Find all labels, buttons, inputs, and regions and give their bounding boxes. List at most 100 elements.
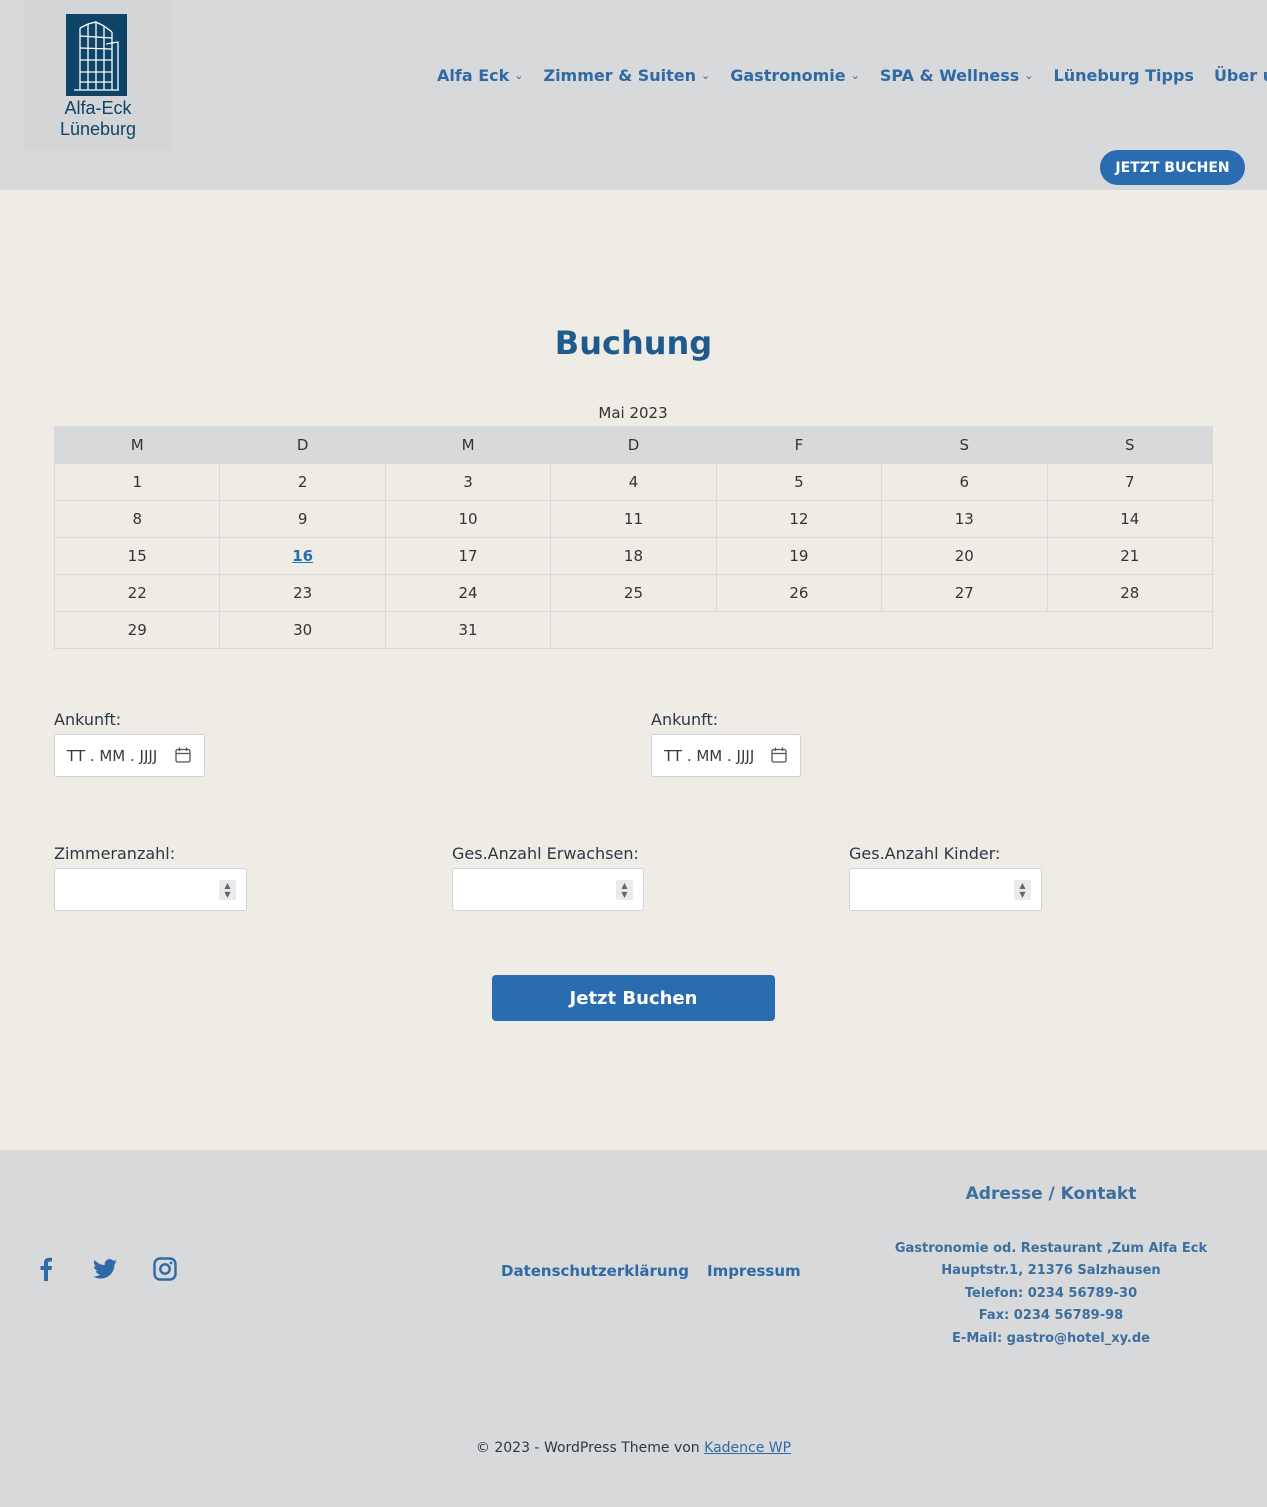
- rooms-number-input[interactable]: ▲ ▼: [54, 868, 247, 911]
- site-header: Alfa-Eck Lüneburg Alfa Eck ⌄ Zimmer & Su…: [0, 0, 1267, 190]
- calendar-day: 24: [384, 574, 552, 612]
- chevron-down-icon: ⌄: [701, 68, 711, 82]
- weekday-header: F: [715, 426, 883, 464]
- children-number-input[interactable]: ▲ ▼: [849, 868, 1042, 911]
- calendar-day: 26: [715, 574, 883, 612]
- footer-links: Datenschutzerklärung Impressum: [501, 1262, 801, 1280]
- contact-title: Adresse / Kontakt: [965, 1184, 1137, 1204]
- submit-booking-button[interactable]: Jetzt Buchen: [492, 975, 775, 1021]
- site-logo[interactable]: Alfa-Eck Lüneburg: [24, 0, 172, 150]
- contact-line: E-Mail: gastro@hotel_xy.de: [952, 1330, 1150, 1346]
- calendar-day: 7: [1046, 463, 1214, 501]
- nav-item-label: Lüneburg Tipps: [1053, 65, 1194, 85]
- adults-label: Ges.Anzahl Erwachsen:: [452, 844, 639, 863]
- calendar-week-row: 29 30 31: [53, 611, 1213, 649]
- nav-item-label: SPA & Wellness: [879, 65, 1020, 85]
- nav-item-label: Zimmer & Suiten: [543, 65, 697, 85]
- twitter-icon[interactable]: [92, 1256, 118, 1282]
- arrival-label: Ankunft:: [54, 710, 122, 729]
- calendar-week-row: 8 9 10 11 12 13 14: [53, 500, 1214, 538]
- rooms-label: Zimmeranzahl:: [54, 844, 176, 863]
- calendar-day: 6: [881, 463, 1048, 501]
- nav-item-lueneburg-tipps[interactable]: Lüneburg Tipps: [1054, 62, 1194, 88]
- calendar-day: 25: [550, 574, 717, 612]
- content-divider: [30, 1050, 1237, 1060]
- calendar-empty-cell: [550, 611, 1213, 649]
- calendar-day: 21: [1046, 537, 1214, 575]
- children-label: Ges.Anzahl Kinder:: [849, 844, 1001, 863]
- weekday-header: S: [1046, 426, 1214, 464]
- weekday-header: D: [219, 426, 386, 464]
- weekday-header: D: [550, 426, 717, 464]
- calendar-day: 2: [219, 463, 386, 501]
- calendar-day: 19: [715, 537, 883, 575]
- calendar-caption: Mai 2023: [598, 404, 668, 422]
- nav-item-ueber-uns[interactable]: Über uns ⌄: [1214, 62, 1267, 88]
- calendar-day: 1: [53, 463, 221, 501]
- date-placeholder: TT . MM . JJJJ: [67, 746, 158, 765]
- calendar-day: 10: [384, 500, 552, 538]
- imprint-link[interactable]: Impressum: [707, 1262, 801, 1280]
- book-now-header-button[interactable]: JETZT BUCHEN: [1100, 150, 1245, 185]
- calendar-day: 17: [384, 537, 552, 575]
- page-title: Buchung: [554, 324, 713, 362]
- nav-item-label: Alfa Eck: [437, 65, 510, 85]
- date-placeholder: TT . MM . JJJJ: [664, 746, 755, 765]
- calendar-day: 8: [53, 500, 221, 538]
- spinner-icon[interactable]: ▲ ▼: [219, 880, 236, 900]
- calendar-day: 11: [550, 500, 717, 538]
- nav-item-spa-wellness[interactable]: SPA & Wellness ⌄: [880, 62, 1034, 88]
- calendar-week-row: 1 2 3 4 5 6 7: [53, 463, 1214, 501]
- arrival-date-input[interactable]: TT . MM . JJJJ: [54, 734, 205, 777]
- contact-line: Hauptstr.1, 21376 Salzhausen: [941, 1263, 1161, 1279]
- facebook-icon[interactable]: [33, 1256, 59, 1282]
- calendar-day: 28: [1046, 574, 1214, 612]
- spinner-icon[interactable]: ▲ ▼: [616, 880, 633, 900]
- calendar-day: 31: [384, 611, 552, 649]
- calendar-day: 13: [881, 500, 1048, 538]
- calendar-day: 15: [53, 537, 221, 575]
- weekday-header: S: [881, 426, 1048, 464]
- nav-item-label: Gastronomie: [730, 65, 846, 85]
- nav-item-alfa-eck[interactable]: Alfa Eck ⌄: [437, 62, 523, 88]
- chevron-down-icon: ⌄: [850, 68, 860, 82]
- calendar-day: 30: [219, 611, 386, 649]
- calendar-day: 20: [881, 537, 1048, 575]
- weekday-header: M: [384, 426, 552, 464]
- privacy-policy-link[interactable]: Datenschutzerklärung: [501, 1262, 689, 1280]
- calendar-table: M D M D F S S 1 2 3 4 5 6 7 8 9 10 11 12…: [53, 426, 1214, 649]
- calendar-day: 9: [219, 500, 386, 538]
- spinner-icon[interactable]: ▲ ▼: [1014, 880, 1031, 900]
- calendar-day: 18: [550, 537, 717, 575]
- calendar-day: 5: [715, 463, 883, 501]
- calendar-day: 14: [1046, 500, 1214, 538]
- site-footer: Datenschutzerklärung Impressum Adresse /…: [0, 1150, 1267, 1507]
- second-date-input[interactable]: TT . MM . JJJJ: [651, 734, 801, 777]
- calendar-week-row: 15 16 17 18 19 20 21: [53, 537, 1214, 575]
- contact-line: Telefon: 0234 56789-30: [964, 1285, 1138, 1301]
- instagram-icon[interactable]: [152, 1256, 178, 1282]
- logo-text-line1: Alfa-Eck: [64, 98, 132, 118]
- contact-line: Fax: 0234 56789-98: [978, 1308, 1124, 1324]
- main-navigation: Alfa Eck ⌄ Zimmer & Suiten ⌄ Gastronomie…: [437, 62, 1267, 88]
- calendar-week-row: 22 23 24 25 26 27 28: [53, 574, 1214, 612]
- nav-item-label: Über uns: [1213, 65, 1267, 85]
- calendar-icon[interactable]: [770, 746, 788, 764]
- calendar-day: 29: [53, 611, 221, 649]
- calendar-icon[interactable]: [174, 746, 192, 764]
- adults-number-input[interactable]: ▲ ▼: [452, 868, 644, 911]
- arrival-label-2: Ankunft:: [651, 710, 719, 729]
- contact-line: Gastronomie od. Restaurant ‚Zum Alfa Eck: [894, 1241, 1208, 1256]
- calendar-day-today-link[interactable]: 16: [219, 537, 386, 575]
- contact-block: Gastronomie od. Restaurant ‚Zum Alfa Eck…: [870, 1238, 1232, 1350]
- kadence-wp-link[interactable]: Kadence WP: [704, 1440, 791, 1456]
- calendar-day: 22: [53, 574, 221, 612]
- nav-item-gastronomie[interactable]: Gastronomie ⌄: [730, 62, 860, 88]
- calendar-day: 3: [384, 463, 552, 501]
- calendar-day: 27: [881, 574, 1048, 612]
- nav-item-zimmer-suiten[interactable]: Zimmer & Suiten ⌄: [543, 62, 710, 88]
- logo-text-line2: Lüneburg: [59, 119, 137, 139]
- chevron-down-icon: ⌄: [1024, 68, 1034, 82]
- copyright-text: © 2023 - WordPress Theme von: [475, 1440, 700, 1456]
- calendar-day: 4: [550, 463, 717, 501]
